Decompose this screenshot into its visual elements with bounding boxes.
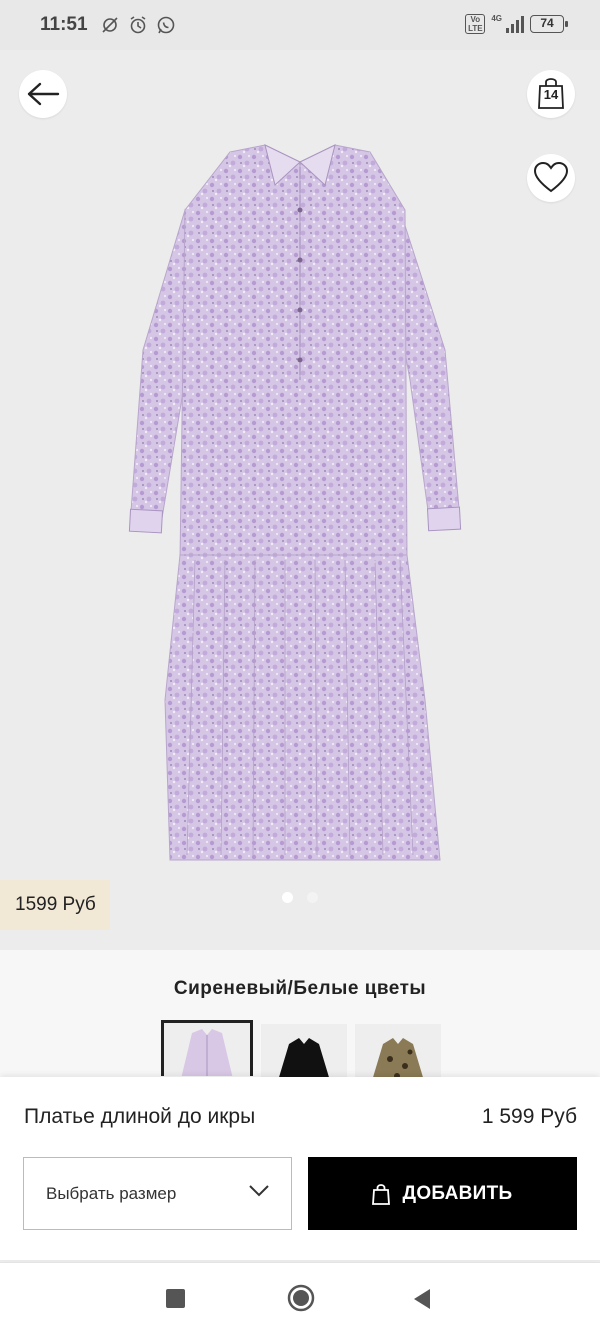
alarm-icon: [130, 16, 145, 34]
product-bottom-sheet: Платье длиной до икры 1 599 Руб Выбрать …: [0, 1077, 600, 1260]
size-select[interactable]: Выбрать размер: [23, 1157, 292, 1230]
status-bar: 11:51 Vo LTE 4G 74: [0, 0, 600, 50]
back-triangle-icon[interactable]: [412, 1288, 432, 1310]
swatch-lilac-floral[interactable]: [161, 1020, 253, 1076]
cart-count-badge: 14: [543, 87, 559, 102]
product-name: Платье длиной до икры: [24, 1105, 256, 1128]
chevron-down-icon: [249, 1185, 269, 1197]
product-image-gallery[interactable]: 14 1599 Руб: [0, 50, 600, 950]
add-to-cart-button[interactable]: ДОБАВИТЬ: [308, 1157, 577, 1230]
color-selector: Сиреневый/Белые цветы: [0, 950, 600, 1084]
color-name: Сиреневый/Белые цветы: [173, 978, 427, 999]
shopping-bag-button[interactable]: 14: [527, 70, 575, 118]
arrow-left-icon: [27, 82, 60, 106]
battery-indicator: 74: [530, 15, 568, 33]
muted-alarm-icon: [101, 17, 118, 33]
color-swatches: [161, 1020, 441, 1084]
product-image: [128, 144, 462, 861]
image-pagination: [282, 892, 318, 903]
status-time: 11:51: [40, 14, 88, 35]
heart-icon: [533, 162, 569, 193]
whatsapp-icon: [157, 16, 174, 34]
back-button[interactable]: [19, 70, 67, 118]
volte-indicator: Vo LTE: [465, 14, 486, 34]
swatch-black[interactable]: [261, 1024, 347, 1084]
swatch-leopard[interactable]: [355, 1024, 441, 1084]
price-badge: 1599 Руб: [0, 880, 110, 930]
favorite-button[interactable]: [527, 154, 575, 202]
recents-button[interactable]: [166, 1289, 185, 1308]
pagination-dot[interactable]: [307, 892, 318, 903]
product-price: 1 599 Руб: [481, 1105, 577, 1128]
home-button[interactable]: [287, 1284, 315, 1312]
shopping-bag-icon: [372, 1183, 391, 1205]
system-nav-bar: [0, 1262, 600, 1332]
signal-icon: 4G: [491, 14, 524, 33]
add-to-cart-label: ДОБАВИТЬ: [402, 1182, 513, 1204]
pagination-dot-active[interactable]: [282, 892, 293, 903]
network-type: 4G: [491, 14, 502, 23]
size-select-placeholder: Выбрать размер: [46, 1183, 177, 1203]
